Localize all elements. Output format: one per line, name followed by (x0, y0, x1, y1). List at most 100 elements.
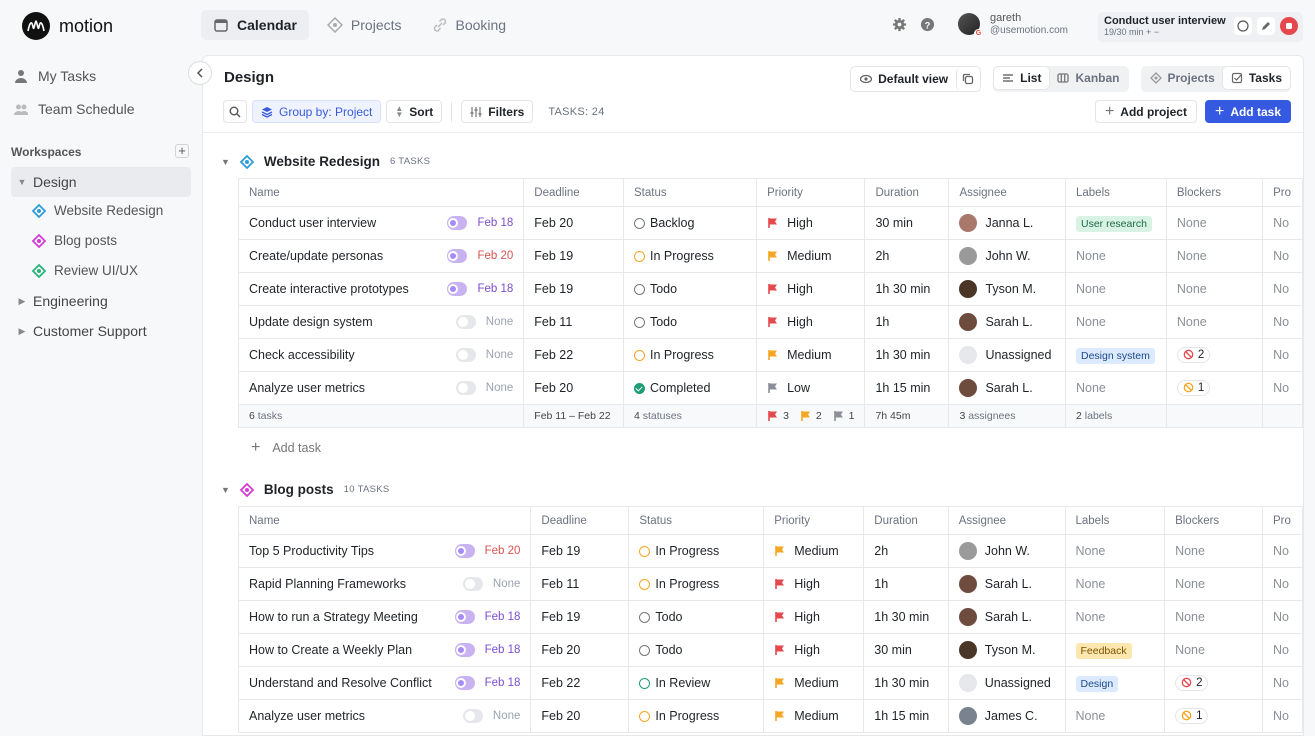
blockers-none[interactable]: None (1177, 216, 1207, 230)
pro-cell[interactable]: No (1262, 666, 1303, 700)
blockers-cell[interactable]: None (1165, 272, 1264, 306)
task-name[interactable]: Conduct user interview (249, 216, 376, 230)
blockers-cell[interactable]: None (1164, 567, 1263, 601)
status-cell[interactable]: In Progress (628, 534, 765, 568)
collapse-sidebar-button[interactable] (188, 61, 212, 85)
column-header[interactable]: Pro (1262, 178, 1303, 207)
priority-cell[interactable]: High (763, 633, 865, 667)
pro-cell[interactable]: No (1262, 699, 1303, 733)
duration-cell[interactable]: 1h 15 min (863, 699, 949, 733)
priority-cell[interactable]: Medium (763, 666, 865, 700)
priority-cell[interactable]: Medium (763, 534, 865, 568)
column-header[interactable]: Duration (864, 178, 950, 207)
label-badge[interactable]: Design (1075, 676, 1119, 692)
blockers-cell[interactable]: 2 (1165, 338, 1264, 372)
stop-timer-button[interactable] (1280, 17, 1298, 35)
auto-schedule-toggle[interactable] (455, 315, 476, 329)
view-list-button[interactable]: List (994, 67, 1050, 89)
add-workspace-button[interactable]: + (175, 144, 189, 158)
sidebar-item-my-tasks[interactable]: My Tasks (14, 68, 96, 84)
timer-add-button[interactable]: + (1146, 27, 1151, 37)
status-cell[interactable]: Completed (622, 371, 758, 405)
deadline-cell[interactable]: Feb 20 (523, 371, 624, 405)
deadline-cell[interactable]: Feb 20 (523, 206, 624, 240)
blockers-none[interactable]: None (1175, 544, 1205, 558)
task-name[interactable]: How to Create a Weekly Plan (249, 643, 412, 657)
label-none[interactable]: None (1076, 315, 1106, 329)
sort-button[interactable]: ▲ ▼ Sort (386, 100, 443, 123)
table-row[interactable]: 5Understand and Resolve Conflict Feb 18 … (237, 666, 1303, 700)
duration-cell[interactable]: 1h (864, 305, 950, 339)
status-cell[interactable]: In Progress (622, 239, 758, 273)
deadline-cell[interactable]: Feb 22 (523, 338, 624, 372)
assignee-cell[interactable]: Unassigned (948, 338, 1066, 372)
add-task-button[interactable]: + Add task (1204, 100, 1291, 123)
assignee-cell[interactable]: Tyson M. (948, 272, 1066, 306)
table-row[interactable]: 4 How to Create a Weekly Plan Feb 18 Feb … (237, 633, 1303, 667)
workspace-customer-support[interactable]: ▶ Customer Support (11, 316, 191, 346)
task-name[interactable]: Analyze user metrics (249, 381, 365, 395)
label-none[interactable]: None (1076, 577, 1106, 591)
blockers-cell[interactable]: None (1164, 633, 1263, 667)
column-header[interactable]: Priority (763, 506, 865, 535)
priority-cell[interactable]: Medium (763, 699, 865, 733)
tab-projects[interactable]: Projects (315, 10, 414, 40)
deadline-cell[interactable]: Feb 19 (523, 272, 624, 306)
deadline-cell[interactable]: Feb 19 (530, 600, 630, 634)
duration-cell[interactable]: 1h 15 min (864, 371, 950, 405)
task-name[interactable]: Create/update personas (249, 249, 383, 263)
app-logo[interactable]: motion (22, 12, 113, 40)
column-header[interactable]: Deadline (523, 178, 624, 207)
task-name[interactable]: Create interactive prototypes (249, 282, 409, 296)
labels-cell[interactable]: Feedback (1064, 633, 1166, 667)
assignee-cell[interactable]: James C. (947, 699, 1066, 733)
pro-cell[interactable]: No (1262, 305, 1303, 339)
labels-cell[interactable]: Design (1064, 666, 1166, 700)
column-header[interactable]: Status (622, 178, 758, 207)
table-row[interactable]: 3 Create interactive prototypes Feb 18 Fe… (237, 272, 1303, 306)
label-none[interactable]: None (1076, 610, 1106, 624)
column-header[interactable]: Blockers (1164, 506, 1263, 535)
timer-subtract-button[interactable]: − (1154, 27, 1159, 37)
label-none[interactable]: None (1076, 249, 1106, 263)
user-profile[interactable]: G gareth @usemotion.com (958, 12, 1068, 38)
default-view-dropdown[interactable]: Default view (852, 68, 957, 90)
labels-cell[interactable]: None (1064, 567, 1166, 601)
auto-schedule-toggle[interactable] (447, 216, 468, 230)
pro-cell[interactable]: No (1262, 206, 1303, 240)
status-cell[interactable]: In Progress (628, 567, 765, 601)
deadline-cell[interactable]: Feb 20 (530, 633, 630, 667)
status-cell[interactable]: Todo (622, 305, 758, 339)
labels-cell[interactable]: User research (1065, 206, 1167, 240)
blockers-cell[interactable]: 2 (1164, 666, 1263, 700)
status-cell[interactable]: In Progress (628, 699, 765, 733)
status-cell[interactable]: Todo (628, 633, 765, 667)
auto-schedule-toggle[interactable] (455, 381, 476, 395)
column-header[interactable]: Duration (863, 506, 949, 535)
sidebar-item-team-schedule[interactable]: Team Schedule (14, 101, 135, 117)
labels-cell[interactable]: None (1064, 600, 1166, 634)
assignee-cell[interactable]: John W. (947, 534, 1066, 568)
assignee-cell[interactable]: Sarah L. (948, 371, 1066, 405)
label-none[interactable]: None (1076, 709, 1106, 723)
table-row[interactable]: 1 Conduct user interview Feb 18 Feb 20 Ba… (237, 206, 1303, 240)
duration-cell[interactable]: 1h 30 min (864, 338, 950, 372)
duration-cell[interactable]: 1h 30 min (864, 272, 950, 306)
deadline-cell[interactable]: Feb 11 (530, 567, 630, 601)
column-header[interactable]: Blockers (1165, 178, 1264, 207)
labels-cell[interactable]: None (1064, 534, 1166, 568)
auto-schedule-toggle[interactable] (447, 249, 468, 263)
column-header[interactable]: Labels (1064, 506, 1166, 535)
blockers-none[interactable]: None (1175, 643, 1205, 657)
pro-cell[interactable]: No (1262, 272, 1303, 306)
auto-schedule-toggle[interactable] (454, 544, 475, 558)
pro-cell[interactable]: No (1262, 239, 1303, 273)
assignee-cell[interactable]: Sarah L. (947, 600, 1066, 634)
duration-cell[interactable]: 1h 30 min (863, 600, 949, 634)
auto-schedule-toggle[interactable] (454, 676, 475, 690)
duplicate-view-button[interactable] (956, 68, 979, 90)
priority-cell[interactable]: High (763, 567, 865, 601)
pro-cell[interactable]: No (1262, 600, 1303, 634)
column-header[interactable]: Status (628, 506, 765, 535)
group-header[interactable]: ▼ Blog posts 10 TASKS (221, 482, 390, 497)
